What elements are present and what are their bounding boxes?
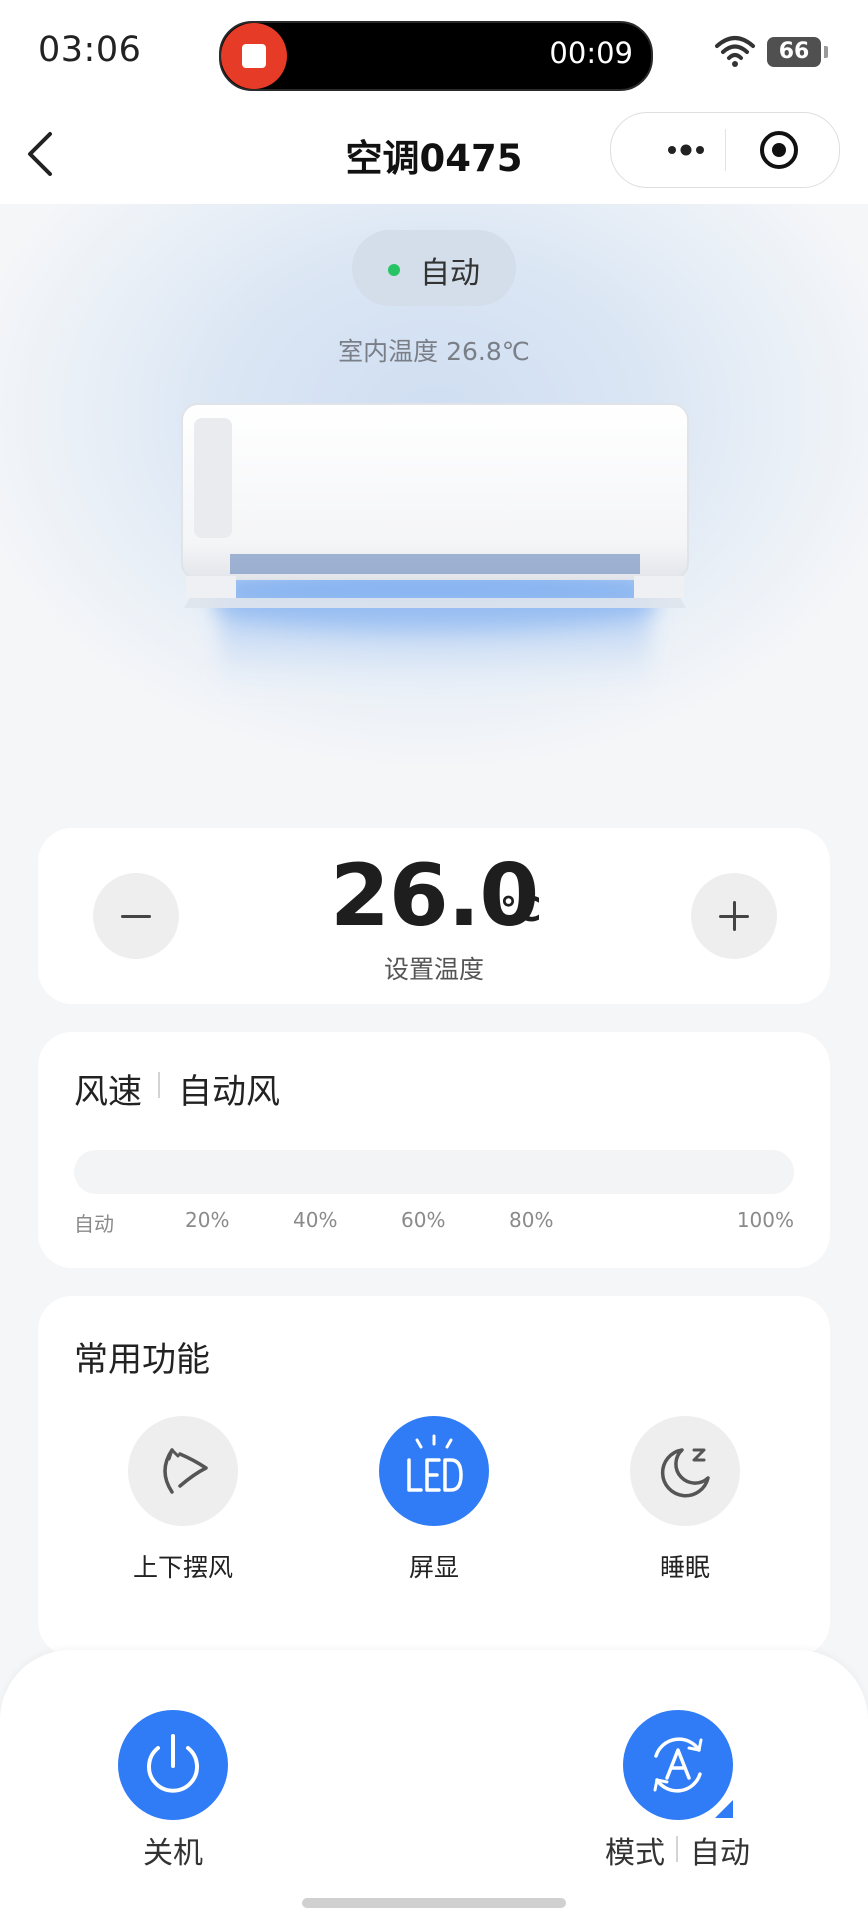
wifi-icon xyxy=(715,36,755,67)
mode-status-text: 自动 xyxy=(420,256,480,291)
scale-label-20: 20% xyxy=(185,1208,230,1232)
led-display-icon xyxy=(407,1434,463,1492)
function-label-led: 屏显 xyxy=(408,1553,459,1582)
mode-status-badge: 自动 xyxy=(352,230,516,306)
mode-value: 自动 xyxy=(690,1836,750,1871)
power-label: 关机 xyxy=(143,1836,203,1871)
mode-corner-indicator xyxy=(715,1800,733,1818)
home-indicator[interactable] xyxy=(302,1898,566,1908)
battery-tip xyxy=(824,46,828,58)
decrease-temperature-button[interactable] xyxy=(93,873,179,959)
set-temperature-label: 设置温度 xyxy=(383,955,484,984)
fan-speed-title: 风速 xyxy=(74,1072,142,1112)
common-functions-title: 常用功能 xyxy=(74,1340,210,1380)
function-label-sleep: 睡眠 xyxy=(659,1553,710,1582)
sleep-icon xyxy=(660,1448,710,1498)
increase-temperature-button[interactable] xyxy=(691,873,777,959)
function-swing[interactable]: 上下摆风 xyxy=(83,1416,283,1606)
indoor-temperature: 室内温度 26.8℃ xyxy=(338,337,530,366)
function-sleep[interactable]: 睡眠 xyxy=(585,1416,785,1606)
temperature-unit: ℃ xyxy=(500,890,542,930)
stop-recording-icon[interactable] xyxy=(221,23,287,89)
nav-bar: 空调0475 xyxy=(0,104,868,204)
capsule-divider xyxy=(725,129,726,171)
temperature-card: 26.0 ℃ 设置温度 xyxy=(38,828,830,1004)
device-hero: 自动 室内温度 26.8℃ xyxy=(0,204,868,824)
mode-label: 模式 xyxy=(605,1836,665,1871)
sleep-button[interactable] xyxy=(630,1416,740,1526)
function-led-display[interactable]: 屏显 xyxy=(334,1416,534,1606)
mini-program-capsule xyxy=(610,112,840,188)
function-label-swing: 上下摆风 xyxy=(132,1553,233,1582)
scale-label-60: 60% xyxy=(401,1208,446,1232)
swing-button[interactable] xyxy=(128,1416,238,1526)
screen-recording-indicator[interactable]: 00:09 xyxy=(219,21,653,91)
fan-speed-value: 自动风 xyxy=(178,1072,280,1112)
mode-label-separator xyxy=(676,1836,678,1862)
scale-label-40: 40% xyxy=(293,1208,338,1232)
fan-speed-scale: 自动 20% 40% 60% 80% 100% xyxy=(74,1208,794,1238)
bottom-control-bar: 关机 模式 自动 xyxy=(0,1650,868,1920)
close-mini-program-icon[interactable] xyxy=(757,128,801,172)
common-functions-card: 常用功能 上下摆风 屏显 睡眠 xyxy=(38,1296,830,1656)
fan-speed-slider[interactable] xyxy=(74,1150,794,1194)
online-status-dot xyxy=(388,264,400,276)
battery-indicator: 66 xyxy=(767,37,821,67)
recording-timer: 00:09 xyxy=(549,36,633,70)
swing-icon xyxy=(163,1448,208,1494)
air-conditioner-illustration xyxy=(181,403,689,692)
fan-speed-separator xyxy=(158,1072,160,1098)
power-icon xyxy=(147,1734,199,1793)
scale-label-100: 100% xyxy=(736,1208,794,1232)
plus-icon-vertical xyxy=(733,901,736,931)
minus-icon xyxy=(121,915,151,918)
status-time: 03:06 xyxy=(38,30,142,70)
fan-speed-card: 风速 自动风 自动 20% 40% 60% 80% 100% xyxy=(38,1032,830,1268)
mode-button[interactable] xyxy=(623,1710,733,1820)
scale-label-auto: 自动 xyxy=(74,1212,114,1236)
scale-label-80: 80% xyxy=(509,1208,554,1232)
power-button[interactable] xyxy=(118,1710,228,1820)
status-bar: 03:06 00:09 66 xyxy=(0,0,868,104)
more-options-icon[interactable] xyxy=(649,131,723,169)
led-display-button[interactable] xyxy=(379,1416,489,1526)
